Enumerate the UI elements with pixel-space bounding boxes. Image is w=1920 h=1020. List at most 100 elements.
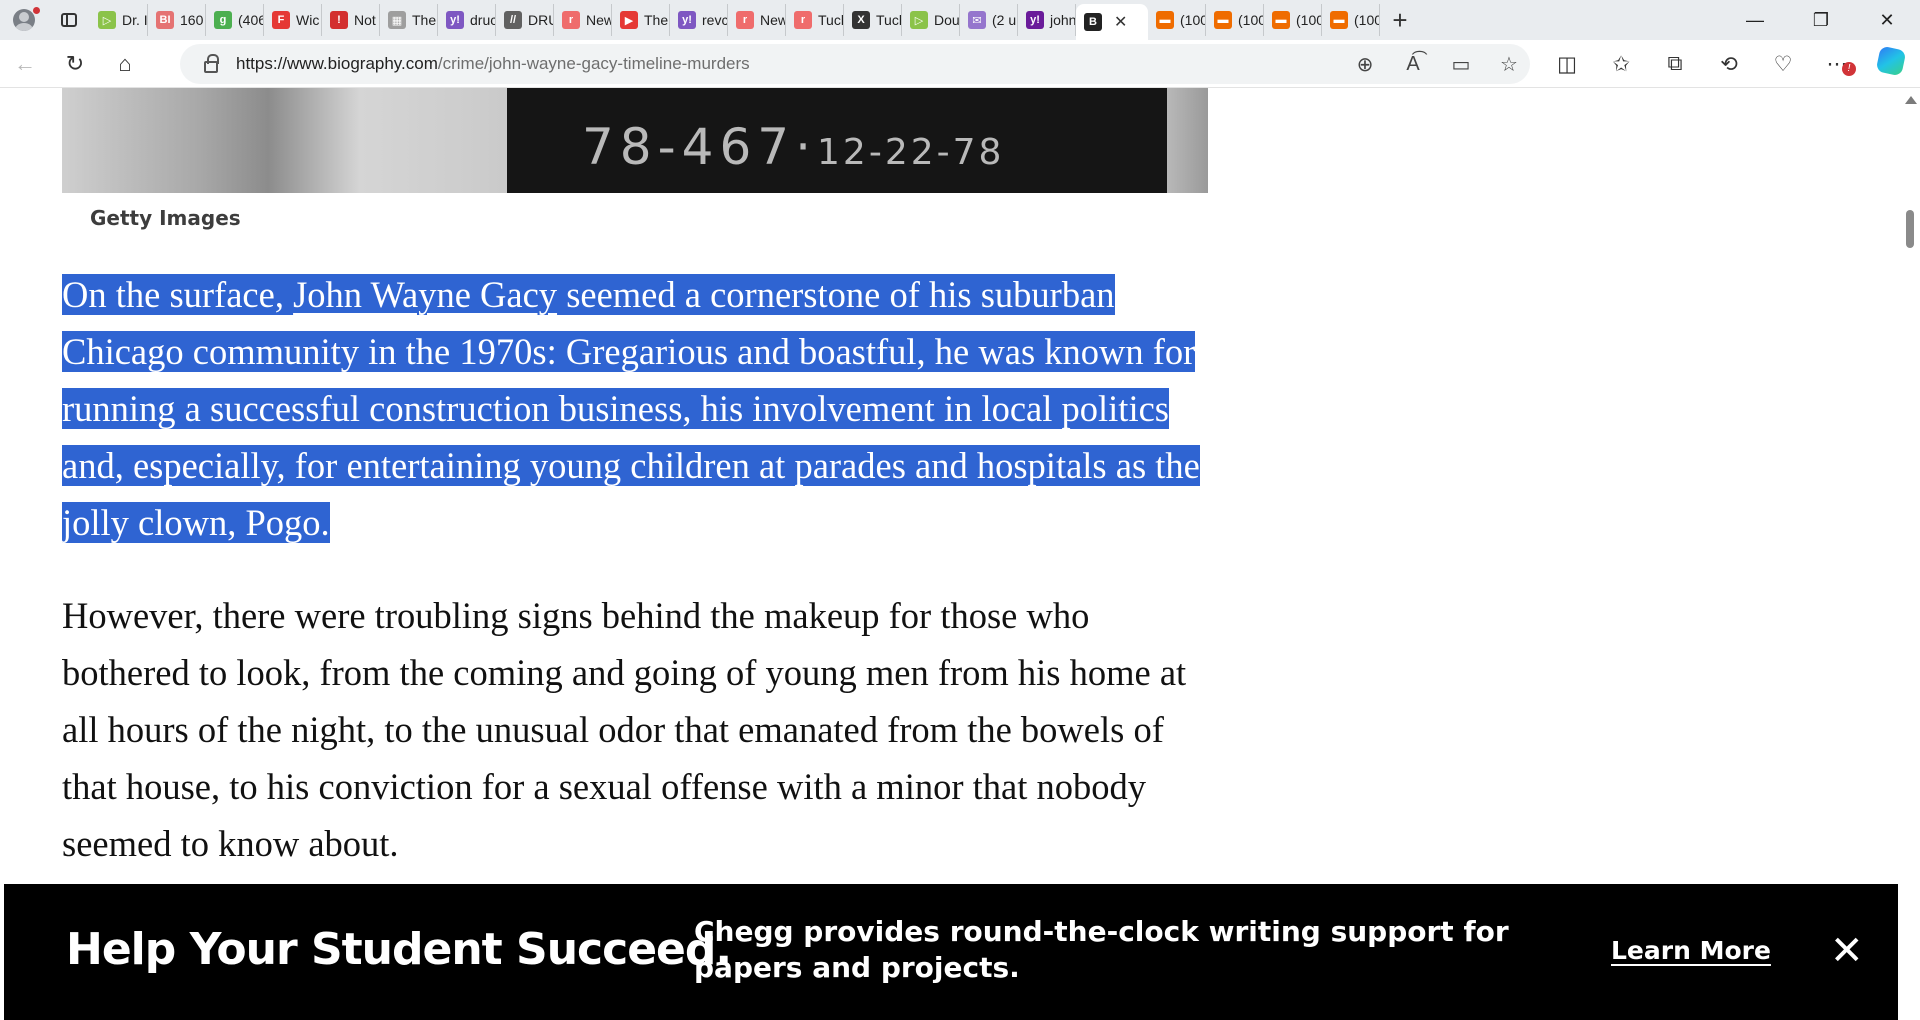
tab[interactable]: ▶ The: [612, 4, 670, 36]
tab[interactable]: ▦ The: [380, 4, 438, 36]
tab-strip: ▷Dr. IBI160g(406FWic!Not▦They!druc//DRUr…: [0, 0, 1920, 40]
web-page: 78-467·12-22-78 Getty Images On the surf…: [0, 88, 1900, 1020]
john-wayne-gacy-link[interactable]: John Wayne Gacy: [293, 274, 557, 315]
tab[interactable]: X Tucl: [844, 4, 902, 36]
alert-icon: !: [330, 11, 348, 29]
home-button[interactable]: ⌂: [100, 44, 150, 84]
booking-number: 78-467·12-22-78: [582, 118, 1005, 176]
vertical-scrollbar[interactable]: [1900, 88, 1920, 1020]
tab[interactable]: ! Not: [322, 4, 380, 36]
tab[interactable]: y! druc: [438, 4, 496, 36]
tab[interactable]: ▷ Dou: [902, 4, 960, 36]
collections-icon[interactable]: ⧉: [1648, 52, 1702, 76]
mail-icon: ✉: [968, 11, 986, 29]
tab-label: (406: [238, 12, 264, 28]
url-host: https://www.biography.com: [236, 54, 438, 73]
back-button[interactable]: ←: [0, 44, 50, 84]
g-icon: g: [214, 11, 232, 29]
immersive-reader-icon[interactable]: ▭: [1450, 52, 1472, 77]
bookmark-icon: ▬: [1272, 11, 1290, 29]
tab-label: Not: [354, 12, 376, 28]
play-icon: ▷: [98, 11, 116, 29]
learn-more-link[interactable]: Learn More: [1611, 936, 1771, 965]
booking-number-date: 12-22-78: [817, 132, 1005, 173]
tab-label: druc: [470, 12, 496, 28]
flipboard-icon: F: [272, 11, 290, 29]
tab-label: Wic: [296, 12, 320, 28]
browser-essentials-icon[interactable]: ♡: [1756, 52, 1810, 77]
tab[interactable]: y! john: [1018, 4, 1076, 36]
close-tab-icon[interactable]: ✕: [1114, 12, 1127, 32]
r-icon: r: [794, 11, 812, 29]
zoom-icon[interactable]: ⊕: [1354, 52, 1376, 77]
scroll-up-arrow[interactable]: [1905, 96, 1917, 104]
selected-text[interactable]: On the surface, John Wayne Gacy seemed a…: [62, 274, 1200, 543]
new-tab-button[interactable]: +: [1380, 0, 1420, 40]
tab-label: (100: [1296, 12, 1322, 28]
lock-icon[interactable]: [204, 54, 219, 73]
article-body: On the surface, John Wayne Gacy seemed a…: [62, 266, 1208, 908]
tab[interactable]: ▷ Dr. I: [90, 4, 148, 36]
scrollbar-thumb[interactable]: [1906, 210, 1914, 248]
bookmark-icon: ▬: [1156, 11, 1174, 29]
booking-number-main: 78-467: [582, 118, 796, 176]
tab[interactable]: F Wic: [264, 4, 322, 36]
window-controls: — ❐ ✕: [1722, 0, 1920, 40]
refresh-button[interactable]: ↻: [50, 44, 100, 84]
favorites-icon[interactable]: ✩: [1594, 52, 1648, 77]
tab-label: The: [644, 12, 669, 28]
tab[interactable]: ▬ (100: [1322, 4, 1380, 36]
tab[interactable]: ▬ (100: [1206, 4, 1264, 36]
tab-label: (2 u: [992, 12, 1017, 28]
close-ad-button[interactable]: ✕: [1830, 928, 1864, 974]
ad-body: Chegg provides round-the-clock writing s…: [694, 915, 1509, 984]
minimize-button[interactable]: —: [1722, 0, 1788, 40]
address-bar[interactable]: https://www.biography.com/crime/john-way…: [180, 44, 1530, 84]
restore-button[interactable]: ❐: [1788, 0, 1854, 40]
copilot-icon: [1875, 45, 1907, 77]
copilot-button[interactable]: [1864, 45, 1918, 80]
tab[interactable]: BI 160: [148, 4, 206, 36]
tab-label: (100: [1354, 12, 1380, 28]
image-credit: Getty Images: [90, 206, 241, 230]
tab-label: Tucl: [876, 12, 902, 28]
favorite-star-icon[interactable]: ☆: [1498, 52, 1520, 77]
tab[interactable]: g (406: [206, 4, 264, 36]
history-icon[interactable]: ⟲: [1702, 52, 1756, 77]
tab[interactable]: r Tucl: [786, 4, 844, 36]
tab-active[interactable]: B ✕: [1076, 4, 1148, 40]
tab[interactable]: // DRU: [496, 4, 554, 36]
tab-label: DRU: [528, 12, 553, 28]
tab[interactable]: r New: [554, 4, 612, 36]
url-text[interactable]: https://www.biography.com/crime/john-way…: [236, 54, 750, 74]
biography-icon: B: [1084, 13, 1102, 31]
yahoo-icon: y!: [446, 11, 464, 29]
tab-actions-button[interactable]: [48, 0, 90, 40]
split-screen-icon[interactable]: ◫: [1540, 52, 1594, 77]
profile-button[interactable]: [0, 0, 48, 40]
tab[interactable]: ✉ (2 u: [960, 4, 1018, 36]
tab-label: (100: [1180, 12, 1206, 28]
tab-label: Dr. I: [122, 12, 148, 28]
paragraph-2: However, there were troubling signs behi…: [62, 595, 1187, 864]
tab[interactable]: y! revc: [670, 4, 728, 36]
bookmark-icon: ▬: [1330, 11, 1348, 29]
paragraph-1: On the surface, John Wayne Gacy seemed a…: [62, 266, 1208, 551]
close-window-button[interactable]: ✕: [1854, 0, 1920, 40]
tab-label: New: [760, 12, 786, 28]
r-icon: r: [562, 11, 580, 29]
r-icon: r: [736, 11, 754, 29]
avatar-icon: [13, 9, 35, 31]
notification-dot: [33, 7, 40, 14]
read-aloud-icon[interactable]: A͡: [1402, 53, 1424, 76]
tab[interactable]: r New: [728, 4, 786, 36]
youtube-icon: ▶: [620, 11, 638, 29]
grid-icon: ▦: [388, 11, 406, 29]
url-path: /crime/john-wayne-gacy-timeline-murders: [437, 54, 750, 73]
more-menu-icon[interactable]: ⋯!: [1810, 52, 1864, 77]
tab-label: john: [1050, 12, 1076, 28]
tab[interactable]: ▬ (100: [1148, 4, 1206, 36]
bi-icon: BI: [156, 11, 174, 29]
tab[interactable]: ▬ (100: [1264, 4, 1322, 36]
tab-label: New: [586, 12, 612, 28]
